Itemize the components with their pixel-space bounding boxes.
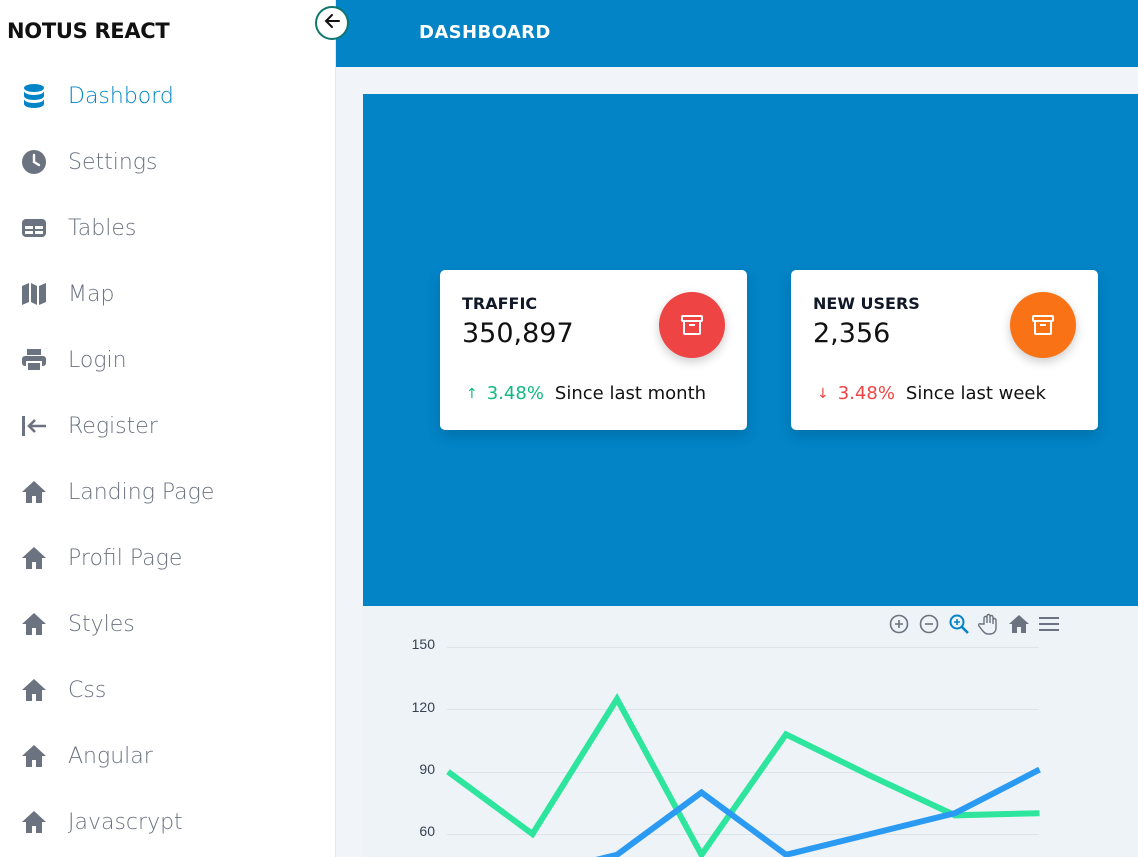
sidebar-item-label: Css — [68, 677, 107, 703]
clock-icon — [20, 149, 47, 176]
collapse-sidebar-button[interactable] — [315, 6, 349, 40]
chart-plot-area — [446, 692, 1041, 857]
change-percent: 3.48% — [837, 383, 895, 404]
series-line-0 — [446, 692, 1040, 857]
top-navbar: DASHBOARD — [336, 0, 1138, 67]
series-line-1 — [595, 766, 1041, 857]
sidebar-item-styles[interactable]: Styles — [0, 591, 336, 657]
sidebar-item-label: Angular — [68, 743, 153, 769]
since-text: Since last month — [554, 383, 707, 404]
sidebar-item-dashboard[interactable]: Dashbord — [0, 63, 336, 129]
sidebar-item-label: Styles — [68, 611, 135, 637]
card-footer: ↓ 3.48% Since last week — [817, 383, 1046, 404]
sidebar-item-map[interactable]: Map — [0, 261, 336, 327]
page-title[interactable]: DASHBOARD — [419, 22, 551, 43]
stat-card-new-users: NEW USERS 2,356 ↓ 3.48% Since last week — [791, 270, 1098, 430]
sidebar-item-settings[interactable]: Settings — [0, 129, 336, 195]
change-percent: 3.48% — [486, 383, 544, 404]
sidebar-item-javascrypt[interactable]: Javascrypt — [0, 789, 336, 855]
card-title: NEW USERS — [813, 294, 920, 313]
sidebar-item-login[interactable]: Login — [0, 327, 336, 393]
sidebar-item-angular[interactable]: Angular — [0, 723, 336, 789]
map-icon — [20, 281, 47, 308]
card-value: 2,356 — [813, 318, 891, 349]
arrow-to-left-icon — [20, 413, 47, 440]
sidebar-item-profil-page[interactable]: Profil Page — [0, 525, 336, 591]
since-text: Since last week — [905, 383, 1046, 404]
card-value: 350,897 — [462, 318, 574, 349]
archive-icon — [1010, 292, 1076, 358]
sidebar: NOTUS REACT Dashbord Settings Tables Map — [0, 0, 336, 857]
sidebar-nav: Dashbord Settings Tables Map Login Regis… — [0, 63, 336, 855]
home-icon — [20, 479, 47, 506]
sidebar-item-label: Register — [68, 413, 158, 439]
sidebar-item-landing-page[interactable]: Landing Page — [0, 459, 336, 525]
home-icon — [20, 545, 47, 572]
sidebar-item-label: Tables — [68, 215, 137, 241]
sidebar-item-label: Profil Page — [68, 545, 183, 571]
sidebar-item-label: Dashbord — [68, 83, 174, 109]
table-icon — [20, 215, 47, 242]
home-icon — [20, 809, 47, 836]
card-footer: ↑ 3.48% Since last month — [466, 383, 706, 404]
sidebar-item-label: Map — [68, 281, 115, 307]
sidebar-item-register[interactable]: Register — [0, 393, 336, 459]
database-icon — [20, 83, 47, 110]
line-chart: 150 120 90 60 — [363, 606, 1138, 857]
stat-card-traffic: TRAFFIC 350,897 ↑ 3.48% Since last month — [440, 270, 747, 430]
sidebar-item-css[interactable]: Css — [0, 657, 336, 723]
arrow-up-icon: ↑ — [466, 385, 478, 402]
sidebar-item-label: Landing Page — [68, 479, 215, 505]
archive-icon — [659, 292, 725, 358]
sidebar-item-label: Javascrypt — [68, 809, 183, 835]
card-title: TRAFFIC — [462, 294, 538, 313]
printer-icon — [20, 347, 47, 374]
sidebar-item-label: Settings — [68, 149, 158, 175]
home-icon — [20, 611, 47, 638]
home-icon — [20, 677, 47, 704]
sidebar-item-tables[interactable]: Tables — [0, 195, 336, 261]
arrow-left-icon — [323, 12, 341, 35]
sidebar-item-label: Login — [68, 347, 127, 373]
home-icon — [20, 743, 47, 770]
arrow-down-icon: ↓ — [817, 385, 829, 402]
brand-title[interactable]: NOTUS REACT — [7, 19, 170, 43]
